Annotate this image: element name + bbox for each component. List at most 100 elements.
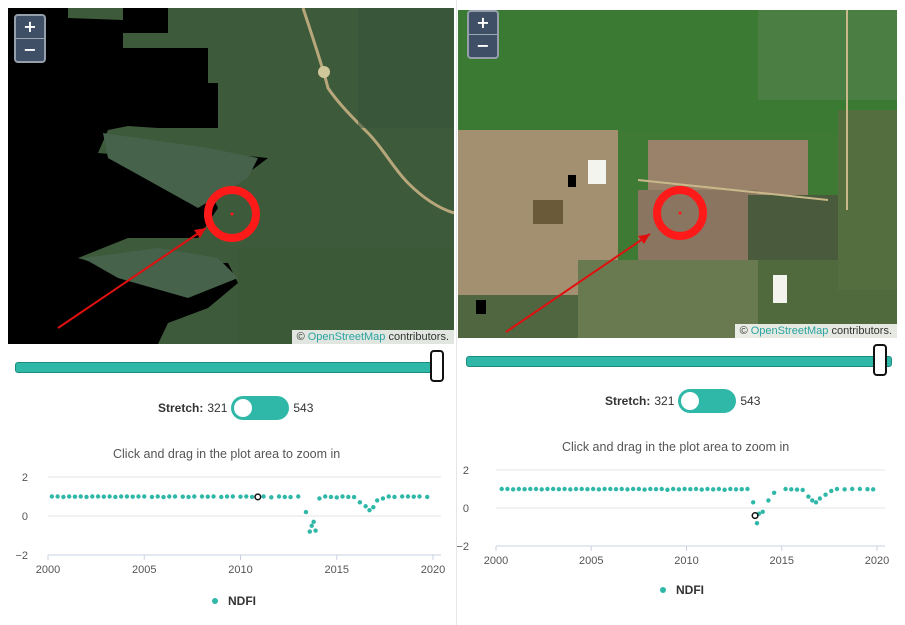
data-point[interactable] bbox=[392, 494, 397, 500]
data-point[interactable] bbox=[813, 500, 819, 505]
data-point[interactable] bbox=[760, 509, 765, 514]
data-point[interactable] bbox=[180, 494, 185, 499]
data-point[interactable] bbox=[602, 486, 607, 492]
data-point[interactable] bbox=[313, 528, 318, 533]
data-point[interactable] bbox=[136, 494, 141, 499]
data-point[interactable] bbox=[766, 498, 771, 503]
osm-link[interactable]: OpenStreetMap bbox=[751, 325, 829, 337]
data-point[interactable] bbox=[334, 495, 339, 500]
data-point[interactable] bbox=[296, 494, 301, 499]
data-point[interactable] bbox=[857, 486, 863, 492]
data-point[interactable] bbox=[205, 494, 210, 499]
data-point[interactable] bbox=[55, 494, 60, 499]
data-point[interactable] bbox=[371, 505, 376, 510]
data-point[interactable] bbox=[716, 486, 722, 492]
data-point[interactable] bbox=[323, 494, 328, 499]
data-point[interactable] bbox=[288, 494, 293, 500]
data-point[interactable] bbox=[659, 486, 664, 492]
data-point[interactable] bbox=[510, 487, 516, 492]
data-point[interactable] bbox=[155, 494, 160, 499]
data-point[interactable] bbox=[693, 486, 699, 492]
data-point[interactable] bbox=[823, 492, 828, 497]
data-point[interactable] bbox=[722, 487, 727, 492]
selected-point[interactable] bbox=[254, 493, 262, 501]
data-point[interactable] bbox=[113, 494, 118, 500]
data-point[interactable] bbox=[386, 494, 391, 499]
data-point[interactable] bbox=[682, 486, 687, 492]
data-point[interactable] bbox=[192, 494, 197, 499]
data-point[interactable] bbox=[528, 486, 533, 492]
data-point[interactable] bbox=[619, 486, 624, 492]
data-point[interactable] bbox=[579, 486, 584, 492]
data-point[interactable] bbox=[276, 494, 282, 499]
data-point[interactable] bbox=[230, 494, 235, 499]
data-point[interactable] bbox=[556, 486, 562, 492]
data-point[interactable] bbox=[380, 496, 386, 501]
data-point[interactable] bbox=[269, 495, 274, 500]
data-point[interactable] bbox=[317, 496, 322, 501]
data-point[interactable] bbox=[363, 504, 368, 509]
data-point[interactable] bbox=[95, 494, 101, 499]
data-point[interactable] bbox=[739, 486, 744, 492]
ndfi-plot[interactable]: 2 0 −2 2000 2005 2010 2015 2020 bbox=[457, 458, 905, 573]
data-point[interactable] bbox=[84, 494, 89, 500]
data-point[interactable] bbox=[613, 486, 619, 492]
data-point[interactable] bbox=[794, 487, 800, 492]
stretch-toggle[interactable] bbox=[678, 389, 737, 413]
zoom-in-button[interactable]: + bbox=[469, 12, 497, 34]
data-point[interactable] bbox=[72, 494, 78, 499]
data-point[interactable] bbox=[585, 486, 590, 492]
data-point[interactable] bbox=[357, 500, 363, 505]
data-point[interactable] bbox=[90, 494, 95, 499]
data-point[interactable] bbox=[653, 486, 659, 492]
data-point[interactable] bbox=[783, 486, 788, 492]
data-point[interactable] bbox=[745, 486, 750, 492]
data-point[interactable] bbox=[238, 494, 243, 499]
data-point[interactable] bbox=[636, 486, 642, 492]
data-point[interactable] bbox=[505, 486, 510, 492]
data-point[interactable] bbox=[754, 521, 760, 526]
map-view[interactable]: + − © OpenStreetMap contributors. bbox=[458, 10, 897, 338]
data-point[interactable] bbox=[665, 487, 670, 492]
data-point[interactable] bbox=[328, 494, 334, 500]
data-point[interactable] bbox=[710, 487, 716, 492]
date-slider-track[interactable] bbox=[15, 362, 441, 373]
data-point[interactable] bbox=[590, 486, 596, 492]
date-slider-handle[interactable] bbox=[430, 350, 444, 382]
data-point[interactable] bbox=[219, 494, 224, 500]
zoom-out-button[interactable]: − bbox=[16, 38, 44, 61]
data-point[interactable] bbox=[539, 487, 544, 492]
data-point[interactable] bbox=[810, 498, 815, 503]
data-point[interactable] bbox=[670, 486, 676, 492]
data-point[interactable] bbox=[78, 494, 83, 499]
data-point[interactable] bbox=[249, 494, 255, 500]
zoom-out-button[interactable]: − bbox=[469, 34, 497, 57]
data-point[interactable] bbox=[573, 486, 579, 492]
data-point[interactable] bbox=[374, 498, 380, 503]
data-point[interactable] bbox=[648, 486, 653, 492]
data-point[interactable] bbox=[533, 486, 539, 492]
data-point[interactable] bbox=[750, 500, 756, 505]
data-point[interactable] bbox=[842, 487, 847, 492]
data-point[interactable] bbox=[367, 507, 372, 513]
data-point[interactable] bbox=[806, 494, 811, 499]
data-point[interactable] bbox=[107, 494, 112, 499]
data-point[interactable] bbox=[411, 494, 416, 499]
data-point[interactable] bbox=[130, 494, 135, 499]
data-point[interactable] bbox=[642, 487, 647, 492]
data-point[interactable] bbox=[608, 486, 613, 492]
data-point[interactable] bbox=[161, 494, 166, 500]
data-point[interactable] bbox=[550, 486, 556, 492]
data-point[interactable] bbox=[309, 523, 314, 528]
data-point[interactable] bbox=[101, 494, 107, 499]
data-point[interactable] bbox=[340, 494, 345, 499]
ndfi-plot[interactable]: 2 0 −2 2000 2005 2010 2015 2020 bbox=[0, 465, 455, 580]
data-point[interactable] bbox=[596, 487, 602, 492]
data-point[interactable] bbox=[630, 486, 636, 492]
data-point[interactable] bbox=[244, 494, 249, 499]
data-point[interactable] bbox=[211, 494, 216, 499]
data-point[interactable] bbox=[307, 529, 312, 534]
data-point[interactable] bbox=[417, 494, 422, 499]
data-point[interactable] bbox=[172, 494, 178, 499]
data-point[interactable] bbox=[562, 486, 567, 492]
